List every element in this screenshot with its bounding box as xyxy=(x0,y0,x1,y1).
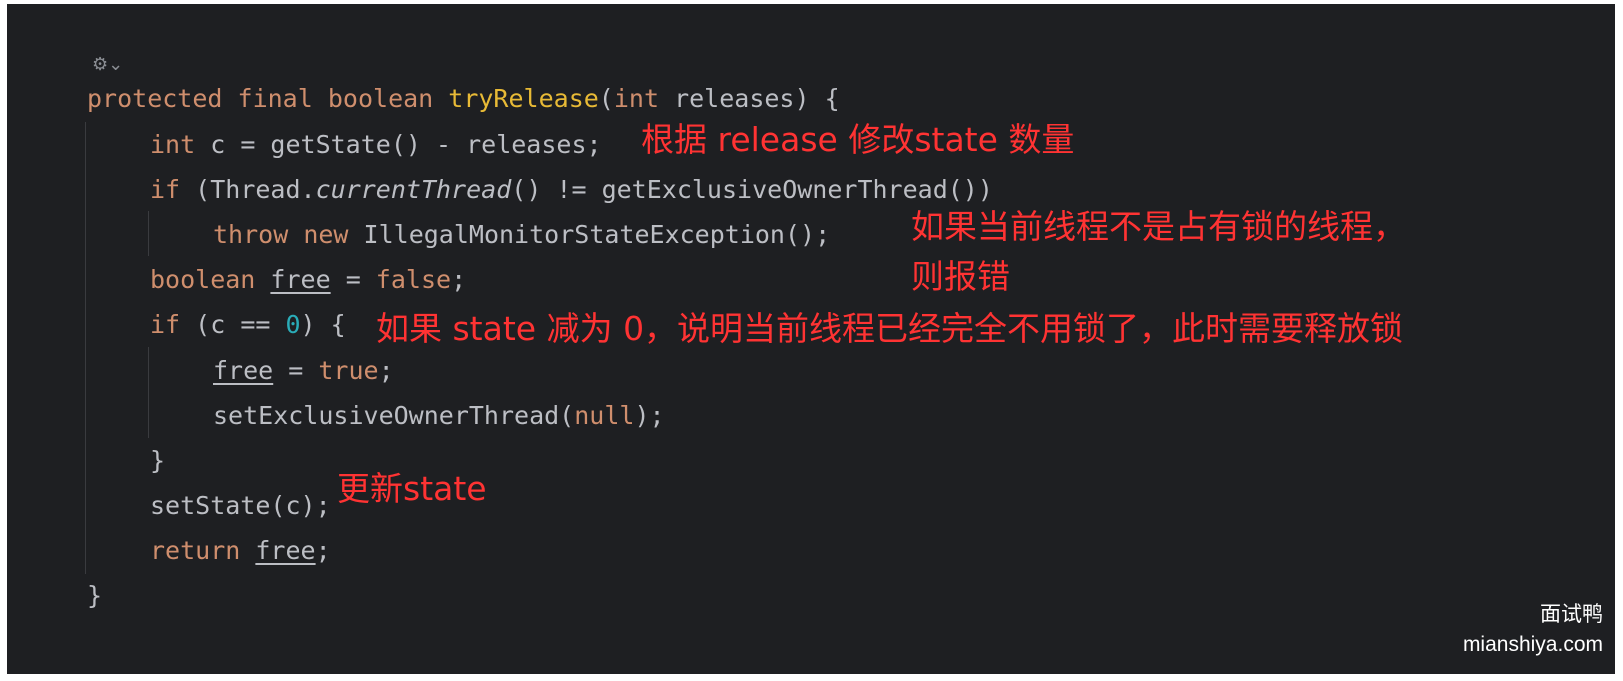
keyword: int xyxy=(613,84,660,113)
annotation-owner-check-2: 则报错 xyxy=(911,257,1010,296)
punct: ) { xyxy=(794,84,840,113)
code-line-4: throw new IllegalMonitorStateException()… xyxy=(213,212,830,258)
punct: ) { xyxy=(300,310,346,339)
watermark-url: mianshiya.com xyxy=(1462,633,1603,656)
annotation-state-zero: 如果 state 减为 0，说明当前线程已经完全不用锁了，此时需要释放锁 xyxy=(376,309,1404,348)
indent-guide xyxy=(148,347,149,438)
punct: } xyxy=(150,446,166,475)
code-text: setState(c); xyxy=(150,491,331,520)
punct: ( xyxy=(598,84,614,113)
variable: free xyxy=(213,356,274,385)
code-text: (c == xyxy=(195,310,286,339)
ai-assistant-icon[interactable]: ⚙⌄ xyxy=(92,54,123,75)
code-editor: ⚙⌄ protected final boolean tryRelease(in… xyxy=(7,4,1615,674)
code-line-1: protected final boolean tryRelease(int r… xyxy=(87,76,840,122)
punct: ); xyxy=(634,401,665,430)
number: 0 xyxy=(285,310,301,339)
code-line-2: int c = getState() - releases; xyxy=(150,122,602,168)
punct: = xyxy=(273,356,319,385)
keyword: true xyxy=(318,356,379,385)
code-line-6: if (c == 0) { xyxy=(150,302,346,348)
static-method: currentThread xyxy=(315,175,512,204)
keyword: if xyxy=(150,175,181,204)
punct: ; xyxy=(451,265,467,294)
keyword: final xyxy=(237,84,313,113)
keyword: false xyxy=(375,265,452,294)
code-line-11: return free; xyxy=(150,528,331,574)
code-line-10: setState(c); xyxy=(150,483,331,529)
keyword: protected xyxy=(87,84,223,113)
keyword: boolean xyxy=(327,84,434,113)
method-name: tryRelease xyxy=(448,84,599,113)
variable: free xyxy=(270,265,331,294)
code-text: (Thread. xyxy=(195,175,316,204)
punct: ; xyxy=(378,356,394,385)
watermark-cn: 面试鸭 xyxy=(1540,603,1603,626)
annotation-release: 根据 release 修改state 数量 xyxy=(641,120,1075,159)
keyword: null xyxy=(574,401,635,430)
code-text: setExclusiveOwnerThread( xyxy=(213,401,575,430)
code-text: c = getState() - releases; xyxy=(210,130,602,159)
keyword: return xyxy=(150,536,241,565)
indent-guide xyxy=(148,211,149,256)
code-line-9: } xyxy=(150,438,165,484)
annotation-update-state: 更新state xyxy=(337,469,487,508)
annotation-owner-check: 如果当前线程不是占有锁的线程， xyxy=(911,207,1406,246)
keyword: int xyxy=(150,130,196,159)
keyword: if xyxy=(150,310,181,339)
variable: free xyxy=(255,536,316,565)
keyword: throw xyxy=(213,220,289,249)
param: releases xyxy=(674,84,795,113)
code-text: () != getExclusiveOwnerThread()) xyxy=(511,175,993,204)
code-line-5: boolean free = false; xyxy=(150,257,466,303)
code-line-7: free = true; xyxy=(213,348,394,394)
punct: ; xyxy=(315,536,331,565)
watermark: 面试鸭 mianshiya.com xyxy=(1463,600,1603,660)
keyword: new xyxy=(303,220,349,249)
code-text: IllegalMonitorStateException(); xyxy=(363,220,831,249)
code-line-3: if (Thread.currentThread() != getExclusi… xyxy=(150,167,993,213)
punct: = xyxy=(330,265,376,294)
indent-guide xyxy=(85,122,86,574)
keyword: boolean xyxy=(150,265,256,294)
punct: } xyxy=(87,581,103,610)
code-line-8: setExclusiveOwnerThread(null); xyxy=(213,393,665,439)
code-line-12: } xyxy=(87,573,102,619)
